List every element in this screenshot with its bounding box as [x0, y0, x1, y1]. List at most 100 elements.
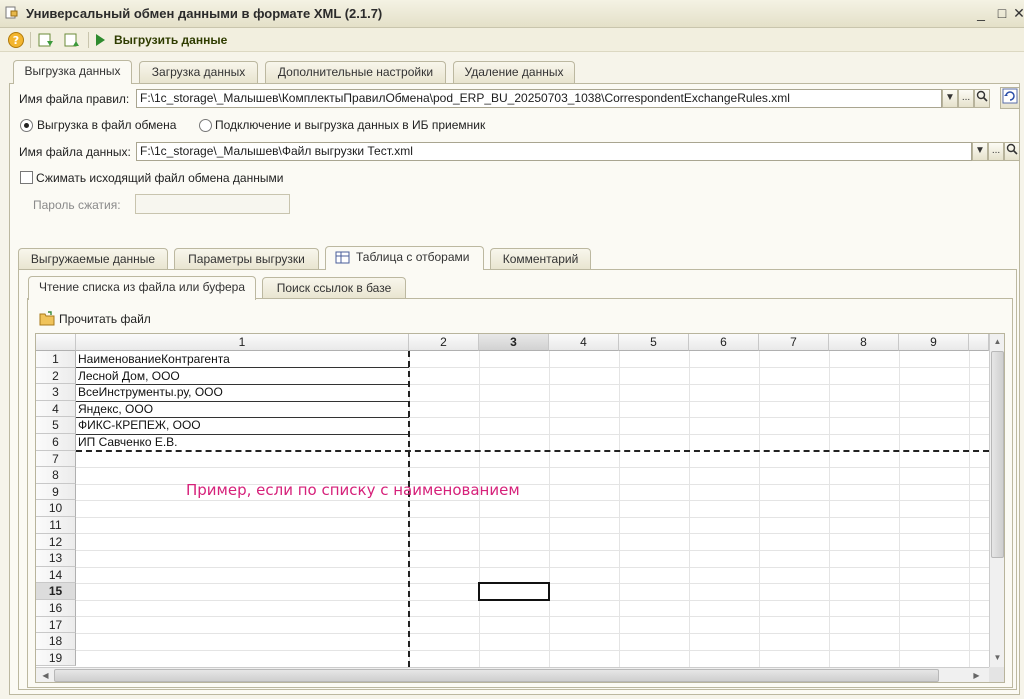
column-header[interactable]: 4 [549, 334, 619, 351]
save-settings-icon[interactable] [63, 31, 81, 49]
rules-file-input[interactable]: F:\1c_storage\_Малышев\КомплектыПравилОб… [136, 89, 942, 108]
column-header[interactable]: 7 [759, 334, 829, 351]
row-header[interactable]: 2 [36, 367, 76, 385]
read-file-label: Прочитать файл [59, 312, 151, 326]
table-icon [335, 251, 350, 264]
row-header[interactable]: 10 [36, 500, 76, 517]
tab-read-list[interactable]: Чтение списка из файла или буфера [28, 276, 256, 300]
column-header[interactable]: 1 [76, 334, 409, 351]
maximize-button[interactable]: □ [993, 5, 1011, 23]
rules-select-button[interactable]: ... [958, 89, 974, 108]
vertical-scrollbar[interactable]: ▲ ▼ [989, 334, 1004, 667]
reload-rules-button[interactable] [1000, 87, 1020, 109]
cell-value[interactable]: ФИКС-КРЕПЕЖ, ООО [76, 417, 201, 434]
scroll-right-arrow[interactable]: ▶ [971, 670, 982, 681]
column-header[interactable]: 6 [689, 334, 759, 351]
row-header[interactable]: 6 [36, 434, 76, 451]
gridline [759, 351, 760, 667]
tab-search-refs[interactable]: Поиск ссылок в базе [262, 277, 406, 299]
play-icon [96, 34, 105, 46]
data-file-open-button[interactable] [1004, 142, 1020, 161]
window-title: Универсальный обмен данными в формате XM… [26, 6, 383, 21]
gridline [76, 533, 989, 535]
search-icon [1006, 143, 1018, 155]
compress-checkbox[interactable] [20, 171, 33, 184]
search-icon [976, 90, 988, 102]
tab-export-params[interactable]: Параметры выгрузки [174, 248, 319, 270]
refresh-icon [1002, 88, 1018, 104]
row-header[interactable]: 7 [36, 450, 76, 468]
spreadsheet[interactable]: 1 2 3 4 5 6 7 8 9 1 2 3 4 5 6 7 8 9 10 1… [35, 333, 1005, 683]
row-header[interactable]: 11 [36, 517, 76, 534]
radio-export-file[interactable] [20, 119, 33, 132]
minimize-button[interactable]: _ [972, 5, 990, 23]
row-header[interactable]: 5 [36, 417, 76, 434]
row-header[interactable]: 4 [36, 400, 76, 418]
scroll-thumb[interactable] [54, 669, 939, 682]
gridline [76, 633, 989, 634]
row-header[interactable]: 1 [36, 351, 76, 368]
gridline [76, 516, 989, 518]
gridline [549, 351, 550, 667]
row-header[interactable]: 13 [36, 550, 76, 567]
cell-header[interactable]: НаименованиеКонтрагента [76, 351, 230, 368]
help-icon[interactable]: ? [7, 31, 25, 49]
row-header[interactable]: 15 [36, 583, 76, 600]
tab-filter-table[interactable]: Таблица с отборами [325, 246, 484, 270]
toolbar-separator [30, 32, 31, 48]
column-header[interactable]: 5 [619, 334, 689, 351]
row-header[interactable]: 8 [36, 467, 76, 484]
radio-export-file-label[interactable]: Выгрузка в файл обмена [37, 118, 176, 132]
load-settings-icon[interactable] [37, 31, 55, 49]
gridline [899, 351, 900, 667]
gridline [76, 550, 989, 551]
scroll-up-arrow[interactable]: ▲ [992, 336, 1003, 347]
close-button[interactable]: ✕ [1010, 5, 1024, 23]
radio-connect-ib-label[interactable]: Подключение и выгрузка данных в ИБ прием… [215, 118, 485, 132]
tab-comment[interactable]: Комментарий [490, 248, 591, 270]
page-break-horizontal [76, 450, 989, 452]
compress-label[interactable]: Сжимать исходящий файл обмена данными [36, 171, 283, 185]
row-header[interactable]: 14 [36, 566, 76, 584]
column-header[interactable] [969, 334, 989, 351]
data-file-select-button[interactable]: ... [988, 142, 1004, 161]
row-header[interactable]: 17 [36, 616, 76, 634]
tab-additional-settings[interactable]: Дополнительные настройки [265, 61, 446, 83]
row-header[interactable]: 16 [36, 600, 76, 617]
column-header[interactable]: 2 [409, 334, 479, 351]
column-header[interactable]: 8 [829, 334, 899, 351]
row-header[interactable]: 3 [36, 384, 76, 401]
scroll-down-arrow[interactable]: ▼ [992, 652, 1003, 663]
data-file-dropdown-button[interactable]: ▼ [972, 142, 988, 161]
app-icon [5, 6, 18, 19]
gridline [829, 351, 830, 667]
tab-import[interactable]: Загрузка данных [139, 61, 258, 83]
tab-exported-data[interactable]: Выгружаемые данные [18, 248, 168, 270]
tab-delete-data[interactable]: Удаление данных [453, 61, 575, 83]
cell-value[interactable]: ВсеИнструменты.ру, ООО [76, 384, 223, 401]
row-header[interactable]: 9 [36, 483, 76, 501]
cell-value[interactable]: ИП Савченко Е.В. [76, 434, 178, 451]
column-header[interactable]: 3 [479, 334, 549, 351]
radio-connect-ib[interactable] [199, 119, 212, 132]
toolbar-separator [88, 32, 89, 48]
password-label: Пароль сжатия: [33, 198, 121, 212]
sheet-corner[interactable] [36, 334, 76, 351]
password-input[interactable] [135, 194, 290, 214]
horizontal-scrollbar[interactable]: ◀ ▶ [36, 667, 989, 682]
folder-icon [39, 311, 55, 326]
row-header[interactable]: 19 [36, 649, 76, 667]
row-header[interactable]: 18 [36, 633, 76, 650]
scroll-left-arrow[interactable]: ◀ [40, 670, 51, 681]
column-header[interactable]: 9 [899, 334, 969, 351]
cell-value[interactable]: Яндекс, ООО [76, 401, 153, 418]
scroll-thumb[interactable] [991, 351, 1004, 558]
row-header[interactable]: 12 [36, 533, 76, 551]
toolbar: ? Выгрузить данные [0, 28, 1024, 52]
rules-dropdown-button[interactable]: ▼ [942, 89, 958, 108]
cell-value[interactable]: Лесной Дом, ООО [76, 368, 180, 385]
data-file-input[interactable]: F:\1c_storage\_Малышев\Файл выгрузки Тес… [136, 142, 972, 161]
rules-open-button[interactable] [974, 89, 990, 108]
tab-export[interactable]: Выгрузка данных [13, 60, 132, 84]
selected-cell[interactable] [478, 582, 550, 601]
